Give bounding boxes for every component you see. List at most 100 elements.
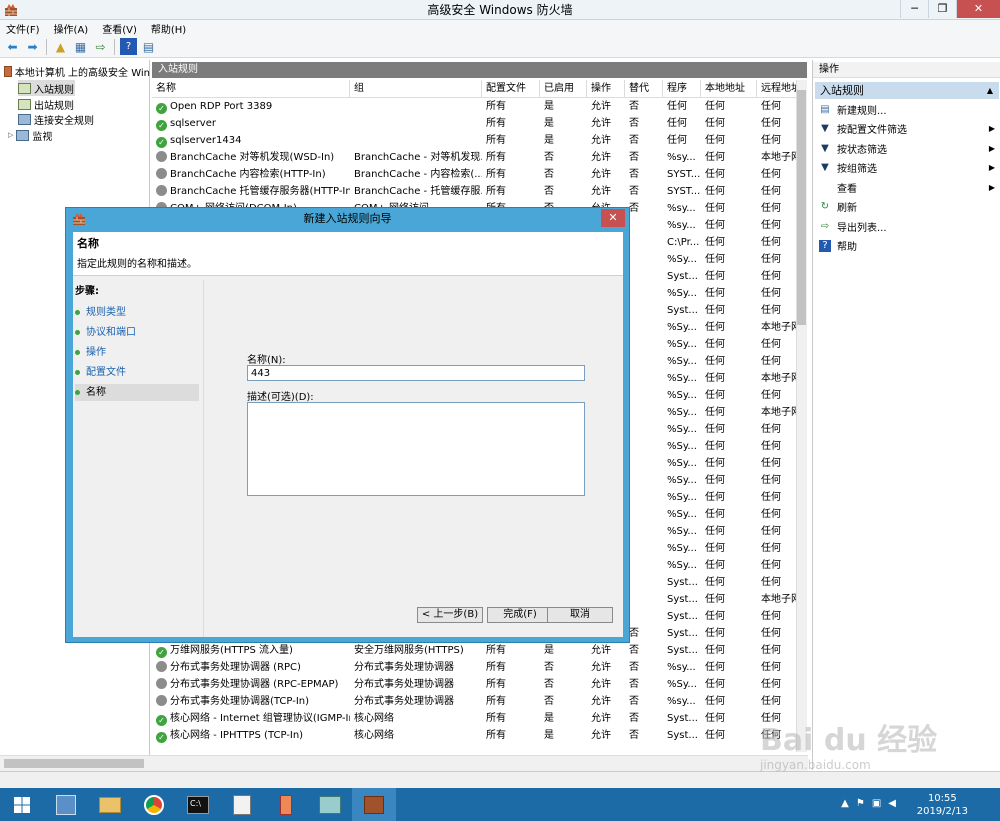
table-row[interactable]: BranchCache 对等机发现(WSD-In) BranchCache - 对… <box>152 149 801 166</box>
forward-arrow-icon[interactable]: ➡ <box>24 38 41 55</box>
tree-item-connection-security[interactable]: 连接安全规则 <box>18 111 148 127</box>
back-arrow-icon[interactable]: ⬅ <box>4 38 21 55</box>
center-pane-header: 入站规则 <box>152 62 807 78</box>
network-status-icon[interactable]: ▣ <box>872 798 881 809</box>
action-item[interactable]: 查看 ▶ <box>819 178 995 196</box>
column-header[interactable]: 程序 <box>663 80 701 98</box>
taskbar-chrome[interactable] <box>132 788 176 821</box>
enabled-check-icon: ✓ <box>156 647 167 658</box>
action-item[interactable]: ▼ 按配置文件筛选 ▶ <box>819 120 995 138</box>
refresh-icon: ↻ <box>820 201 830 212</box>
action-item[interactable]: ▼ 按组筛选 ▶ <box>819 159 995 177</box>
column-header[interactable]: 配置文件 <box>482 80 540 98</box>
tree-item-outbound[interactable]: 出站规则 <box>18 96 148 112</box>
menu-action[interactable]: 操作(A) <box>54 21 89 36</box>
table-row[interactable]: 分布式事务处理协调器(TCP-In) 分布式事务处理协调器 所有 否 允许 否 %sy...… <box>152 693 792 710</box>
table-cell: 任何 <box>705 679 725 690</box>
column-header[interactable]: 本地地址 <box>701 80 757 98</box>
table-row[interactable]: ✓ sqlserver1434 所有是允许否任何 任何 任何 <box>152 132 792 149</box>
horizontal-scrollbar[interactable] <box>0 755 808 771</box>
show-action-pane-icon[interactable]: ▤ <box>140 38 157 55</box>
dialog-close-button[interactable]: ✕ <box>601 209 625 227</box>
taskbar-file-explorer[interactable] <box>88 788 132 821</box>
table-row[interactable]: ✓ 核心网络 - IPHTTPS (TCP-In) 核心网络 所有 是 允许 否 Syst..… <box>152 727 792 744</box>
actions-section-inbound[interactable]: 入站规则 ▲ <box>815 82 999 99</box>
column-header[interactable]: 组 <box>350 80 482 98</box>
table-row[interactable]: ✓ 核心网络 - Internet 组管理协议(IGMP-In) 核心网络 所有 是 允许… <box>152 710 792 727</box>
maximize-button[interactable]: ❐ <box>928 0 956 18</box>
table-cell: 是 <box>544 101 554 112</box>
tree-root[interactable]: 本地计算机 上的高级安全 Win <box>4 63 150 79</box>
dialog-heading: 名称 <box>77 237 99 250</box>
table-row[interactable]: ✓ sqlserver 所有是允许否任何 任何 任何 <box>152 115 792 132</box>
taskbar-tool[interactable] <box>264 788 308 821</box>
rule-name: 核心网络 - IPHTTPS (TCP-In) <box>170 730 304 741</box>
menu-help[interactable]: 帮助(H) <box>151 21 186 36</box>
volume-icon[interactable]: ◀ <box>888 798 896 809</box>
tray-up-arrow-icon[interactable]: ▲ <box>841 798 849 809</box>
table-cell: Syst... <box>667 730 698 741</box>
column-header[interactable]: 操作 <box>587 80 625 98</box>
table-cell <box>625 285 663 302</box>
step-rule-type[interactable]: 规则类型 <box>75 304 199 321</box>
taskbar-notepad[interactable] <box>220 788 264 821</box>
action-item[interactable]: ↻ 刷新 <box>819 198 995 216</box>
table-row[interactable]: 分布式事务处理协调器 (RPC-EPMAP) 分布式事务处理协调器 所有 否 允许 否 %S… <box>152 676 792 693</box>
close-button[interactable]: ✕ <box>956 0 1000 18</box>
table-cell: 所有 <box>486 135 506 146</box>
table-cell: 否 <box>629 135 639 146</box>
table-cell: 任何 <box>705 203 725 214</box>
step-action[interactable]: 操作 <box>75 344 199 361</box>
step-bullet-icon <box>75 390 80 395</box>
action-item[interactable]: ▼ 按状态筛选 ▶ <box>819 139 995 157</box>
expand-arrow-icon[interactable]: ▷ <box>8 131 13 139</box>
tree-item-monitor[interactable]: ▷ 监视 <box>8 127 148 143</box>
table-row[interactable]: BranchCache 托管缓存服务器(HTTP-In) BranchCache … <box>152 183 792 200</box>
taskbar-cmd[interactable]: C:\ <box>176 788 220 821</box>
menu-view[interactable]: 查看(V) <box>102 21 137 36</box>
step-profile[interactable]: 配置文件 <box>75 364 199 381</box>
show-tree-icon[interactable]: ▦ <box>72 38 89 55</box>
scrollbar-thumb[interactable] <box>4 759 144 768</box>
back-button[interactable]: < 上一步(B) <box>417 607 483 623</box>
table-row[interactable]: BranchCache 内容检索(HTTP-In) BranchCache - 内… <box>152 166 792 183</box>
table-cell: 任何 <box>705 611 725 622</box>
table-cell <box>350 98 482 115</box>
blank-icon <box>819 181 831 193</box>
table-row[interactable]: 分布式事务处理协调器 (RPC) 分布式事务处理协调器 所有 否 允许 否 %sy... 任何… <box>152 659 792 676</box>
step-protocol-ports[interactable]: 协议和端口 <box>75 324 199 341</box>
table-cell: 任何 <box>705 441 725 452</box>
table-cell: BranchCache - 内容检索(... <box>354 169 482 180</box>
rule-description-input[interactable] <box>247 402 585 496</box>
taskbar-firewall[interactable] <box>352 788 396 821</box>
system-tray: ▲ ⚑ ▣ ◀ <box>841 798 896 809</box>
minimize-button[interactable]: ─ <box>900 0 928 18</box>
action-item[interactable]: ▤ 新建规则... <box>819 100 995 118</box>
cancel-button[interactable]: 取消 <box>547 607 613 623</box>
step-name[interactable]: 名称 <box>75 384 199 401</box>
start-button[interactable] <box>0 788 44 821</box>
table-cell: %Sy... <box>667 543 697 554</box>
column-header[interactable]: 已启用 <box>540 80 587 98</box>
table-cell: Syst... <box>667 594 698 605</box>
taskbar-network[interactable] <box>308 788 352 821</box>
column-header[interactable]: 替代 <box>625 80 663 98</box>
action-item[interactable]: ? 帮助 <box>819 237 995 255</box>
up-folder-icon[interactable]: ▲ <box>52 38 69 55</box>
scrollbar-thumb[interactable] <box>797 90 806 325</box>
tree-item-inbound[interactable]: 入站规则 <box>18 80 75 96</box>
menu-file[interactable]: 文件(F) <box>6 21 40 36</box>
rule-name-input[interactable] <box>247 365 585 381</box>
table-row[interactable]: ✓ Open RDP Port 3389 所有是允许否任何 任何 任何 <box>152 98 792 115</box>
export-icon[interactable]: ⇨ <box>92 38 109 55</box>
column-header[interactable]: 名称 <box>152 80 350 98</box>
step-label: 规则类型 <box>86 307 126 318</box>
flag-icon[interactable]: ⚑ <box>856 798 865 809</box>
help-icon[interactable]: ? <box>120 38 137 55</box>
table-row[interactable]: ✓ 万维网服务(HTTPS 流入量) 安全万维网服务(HTTPS) 所有 是 允许 否 Sys… <box>152 642 792 659</box>
finish-button[interactable]: 完成(F) <box>487 607 553 623</box>
action-item[interactable]: ⇨ 导出列表... <box>819 217 995 235</box>
collapse-arrow-icon[interactable]: ▲ <box>987 82 993 99</box>
clock[interactable]: 10:55 2019/2/13 <box>917 792 968 818</box>
taskbar-server-manager[interactable] <box>44 788 88 821</box>
